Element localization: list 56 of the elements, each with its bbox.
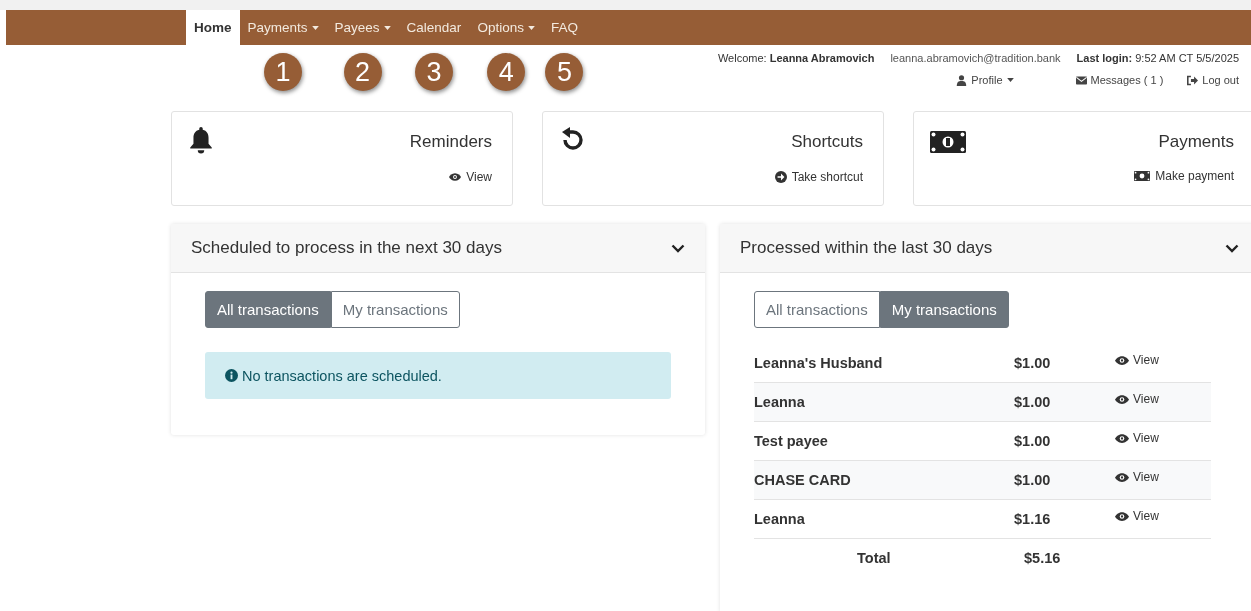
money-icon xyxy=(930,131,966,153)
view-link[interactable]: View xyxy=(1115,470,1159,484)
money-icon xyxy=(1134,171,1151,181)
callout-badge: 2 xyxy=(343,53,382,91)
payee-cell-text: CHASE CARD xyxy=(754,472,852,488)
logout-icon xyxy=(1187,74,1199,86)
view-link[interactable]: View xyxy=(1115,431,1159,445)
eye-icon xyxy=(449,171,462,183)
nav-tab[interactable]: Home xyxy=(186,10,240,45)
card-title: Payments xyxy=(1158,132,1234,152)
callout-badge: 4 xyxy=(487,53,526,91)
card-title: Shortcuts xyxy=(791,132,863,152)
card-link[interactable]: Make payment xyxy=(1134,169,1234,183)
envelope-icon xyxy=(1075,75,1087,85)
amount-cell-text: $1.00 xyxy=(1014,472,1052,488)
total-label: Total xyxy=(856,550,892,566)
arrow-circle-icon xyxy=(774,171,787,183)
card-link[interactable]: Take shortcut xyxy=(774,170,863,184)
filter-toggle[interactable]: My transactions xyxy=(330,291,460,328)
view-link[interactable]: View xyxy=(1115,392,1159,406)
bell-icon xyxy=(188,126,214,154)
total-amount: $5.16 xyxy=(1024,550,1061,566)
payee-cell-text: Test payee xyxy=(754,433,829,449)
callout-badge: 3 xyxy=(414,53,453,91)
filter-toggle[interactable]: All transactions xyxy=(754,291,880,328)
info-icon xyxy=(225,369,238,382)
amount-cell-text: $1.00 xyxy=(1014,355,1052,371)
amount-cell-text: $1.00 xyxy=(1014,433,1052,449)
eye-icon xyxy=(1115,433,1129,443)
payee-cell-text: Leanna's Husband xyxy=(754,355,884,371)
callout-badge: 5 xyxy=(545,53,584,91)
amount-cell-text: $1.16 xyxy=(1014,511,1052,527)
info-alert: No transactions are scheduled. xyxy=(205,352,671,399)
payee-cell-text: Leanna xyxy=(754,394,806,410)
last-login-text: Last login: 9:52 AM CT 5/5/2025 xyxy=(1076,52,1239,64)
view-link[interactable]: View xyxy=(1115,353,1159,367)
filter-toggle[interactable]: All transactions xyxy=(205,291,331,328)
eye-icon xyxy=(1115,511,1129,521)
card-link[interactable]: View xyxy=(449,170,492,184)
user-icon xyxy=(956,74,968,86)
payee-cell-text: Leanna xyxy=(754,511,806,527)
view-link[interactable]: View xyxy=(1115,509,1159,523)
profile-link[interactable]: Profile xyxy=(956,74,1014,86)
user-email: leanna.abramovich@tradition.bank xyxy=(890,52,1061,64)
amount-cell-text: $1.00 xyxy=(1014,394,1052,410)
welcome-text: Welcome: Leanna Abramovich xyxy=(717,52,875,64)
eye-icon xyxy=(1115,472,1129,482)
eye-icon xyxy=(1115,394,1129,404)
panel-header[interactable]: Processed within the last 30 days xyxy=(720,224,1251,273)
logout-link[interactable]: Log out xyxy=(1187,74,1239,86)
filter-toggle[interactable]: My transactions xyxy=(879,291,1009,328)
callout-badge: 1 xyxy=(264,53,303,91)
messages-link[interactable]: Messages ( 1 ) xyxy=(1075,74,1164,86)
card-title: Reminders xyxy=(409,132,492,152)
panel-header[interactable]: Scheduled to process in the next 30 days xyxy=(171,224,705,273)
eye-icon xyxy=(1115,355,1129,365)
